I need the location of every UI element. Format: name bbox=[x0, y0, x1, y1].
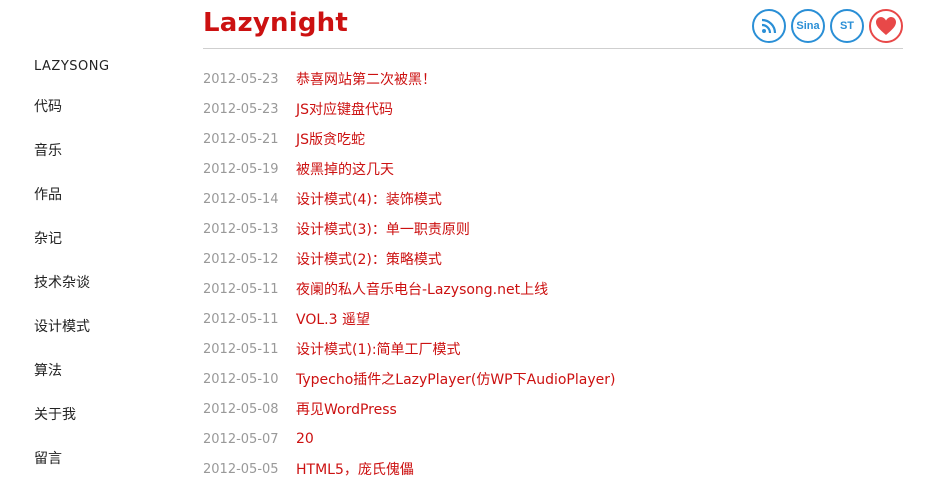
post-date: 2012-05-05 bbox=[203, 461, 279, 477]
rss-glyph bbox=[761, 18, 777, 34]
list-item: 2012-05-21 JS版贪吃蛇 bbox=[203, 124, 903, 154]
sidebar-item-tech[interactable]: 技术杂谈 bbox=[34, 274, 174, 318]
post-title-link[interactable]: 设计模式(3)：单一职责原则 bbox=[296, 219, 470, 239]
post-date: 2012-05-23 bbox=[203, 71, 279, 87]
post-date: 2012-05-11 bbox=[203, 311, 279, 327]
post-date: 2012-05-07 bbox=[203, 431, 279, 447]
list-item: 2012-05-11 VOL.3 遥望 bbox=[203, 304, 903, 334]
list-item: 2012-05-11 设计模式(1):简单工厂模式 bbox=[203, 334, 903, 364]
post-title-link[interactable]: 被黑掉的这几天 bbox=[296, 159, 394, 179]
list-item: 2012-05-19 被黑掉的这几天 bbox=[203, 154, 903, 184]
post-date: 2012-05-21 bbox=[203, 131, 279, 147]
heart-glyph bbox=[876, 17, 896, 35]
list-item: 2012-05-05 HTML5，庞氏傀儡 bbox=[203, 454, 903, 484]
sidebar-item-lazysong[interactable]: LAZYSONG bbox=[34, 58, 174, 98]
post-title-link[interactable]: 20 bbox=[296, 431, 314, 447]
post-title-link[interactable]: 设计模式(1):简单工厂模式 bbox=[296, 339, 461, 359]
sidebar-item-algorithms[interactable]: 算法 bbox=[34, 362, 174, 406]
list-item: 2012-05-08 再见WordPress bbox=[203, 394, 903, 424]
post-title-link[interactable]: HTML5，庞氏傀儡 bbox=[296, 459, 414, 479]
heart-icon[interactable] bbox=[869, 9, 903, 43]
post-title-link[interactable]: 恭喜网站第二次被黑！ bbox=[296, 69, 436, 89]
post-date: 2012-05-11 bbox=[203, 281, 279, 297]
post-date: 2012-05-12 bbox=[203, 251, 279, 267]
sidebar-item-design-patterns[interactable]: 设计模式 bbox=[34, 318, 174, 362]
post-title-link[interactable]: 设计模式(2)：策略模式 bbox=[296, 249, 442, 269]
sidebar-item-guestbook[interactable]: 留言 bbox=[34, 450, 174, 494]
list-item: 2012-05-12 设计模式(2)：策略模式 bbox=[203, 244, 903, 274]
post-title-link[interactable]: 再见WordPress bbox=[296, 399, 397, 419]
list-item: 2012-05-07 20 bbox=[203, 424, 903, 454]
sidebar-nav: LAZYSONG 代码 音乐 作品 杂记 技术杂谈 设计模式 算法 关于我 留言 bbox=[34, 58, 174, 494]
post-title-link[interactable]: 设计模式(4)：装饰模式 bbox=[296, 189, 442, 209]
rss-icon[interactable] bbox=[752, 9, 786, 43]
post-list: 2012-05-23 恭喜网站第二次被黑！ 2012-05-23 JS对应键盘代码 … bbox=[203, 64, 903, 484]
post-title-link[interactable]: JS版贪吃蛇 bbox=[296, 129, 365, 149]
sidebar-item-about[interactable]: 关于我 bbox=[34, 406, 174, 450]
list-item: 2012-05-10 Typecho插件之LazyPlayer(仿WP下Audio… bbox=[203, 364, 903, 394]
post-date: 2012-05-13 bbox=[203, 221, 279, 237]
sidebar-item-code[interactable]: 代码 bbox=[34, 98, 174, 142]
post-title-link[interactable]: Typecho插件之LazyPlayer(仿WP下AudioPlayer) bbox=[296, 369, 615, 389]
post-date: 2012-05-14 bbox=[203, 191, 279, 207]
post-title-link[interactable]: VOL.3 遥望 bbox=[296, 309, 370, 329]
st-button[interactable]: ST bbox=[830, 9, 864, 43]
post-date: 2012-05-08 bbox=[203, 401, 279, 417]
post-date: 2012-05-19 bbox=[203, 161, 279, 177]
post-date: 2012-05-11 bbox=[203, 341, 279, 357]
post-date: 2012-05-10 bbox=[203, 371, 279, 387]
sidebar-item-works[interactable]: 作品 bbox=[34, 186, 174, 230]
post-title-link[interactable]: 夜阑的私人音乐电台-Lazysong.net上线 bbox=[296, 279, 548, 299]
sidebar-item-notes[interactable]: 杂记 bbox=[34, 230, 174, 274]
list-item: 2012-05-13 设计模式(3)：单一职责原则 bbox=[203, 214, 903, 244]
post-title-link[interactable]: JS对应键盘代码 bbox=[296, 99, 393, 119]
site-header: Lazynight Sina ST bbox=[203, 6, 903, 49]
list-item: 2012-05-23 JS对应键盘代码 bbox=[203, 94, 903, 124]
list-item: 2012-05-11 夜阑的私人音乐电台-Lazysong.net上线 bbox=[203, 274, 903, 304]
sidebar-item-music[interactable]: 音乐 bbox=[34, 142, 174, 186]
list-item: 2012-05-23 恭喜网站第二次被黑！ bbox=[203, 64, 903, 94]
post-date: 2012-05-23 bbox=[203, 101, 279, 117]
social-links: Sina ST bbox=[752, 9, 903, 43]
list-item: 2012-05-14 设计模式(4)：装饰模式 bbox=[203, 184, 903, 214]
sina-button[interactable]: Sina bbox=[791, 9, 825, 43]
site-title[interactable]: Lazynight bbox=[203, 8, 348, 38]
